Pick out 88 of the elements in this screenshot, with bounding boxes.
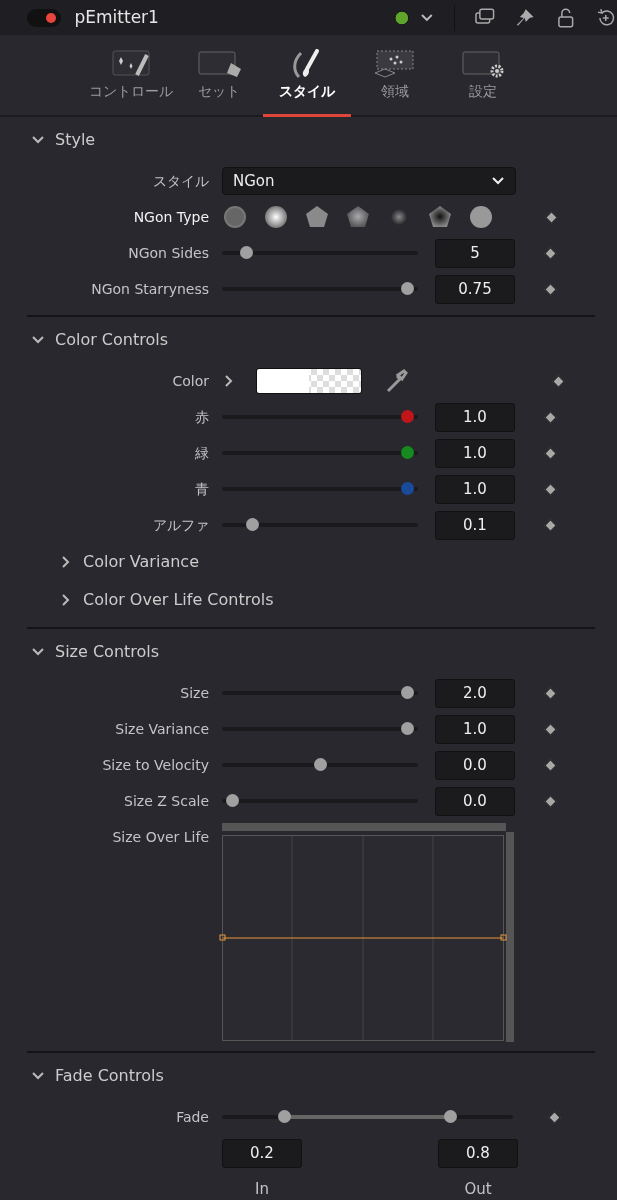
slider-thumb[interactable] [401,686,415,699]
value-field[interactable]: 5 [435,238,515,268]
disc-icon[interactable] [469,205,493,229]
tab[interactable]: 領域 [350,49,439,117]
slider-thumb[interactable] [401,282,415,295]
slider[interactable] [222,758,418,772]
pentagon-icon[interactable] [305,205,329,229]
value-field[interactable]: 1.0 [435,402,515,432]
style-dropdown[interactable]: NGon [222,167,516,195]
range-caption: Out [463,1178,493,1200]
sphere-icon[interactable] [264,205,288,229]
slider-thumb[interactable] [401,410,415,423]
value-field[interactable]: 0.8 [438,1138,518,1168]
keyframe-icon[interactable] [545,210,558,224]
value-field[interactable]: 0.0 [435,750,515,780]
tab[interactable]: コントロール [86,49,175,117]
field-label: 青 [194,479,210,499]
field-label: Size [179,683,210,703]
enable-toggle[interactable] [27,8,62,27]
value-field[interactable]: 0.0 [435,786,515,816]
slider-thumb[interactable] [401,446,415,459]
node-title: pEmitter1 [74,5,160,29]
range-caption: In [254,1178,270,1200]
keyframe-icon[interactable] [544,758,557,772]
field-label: NGon Sides [127,243,210,263]
keyframe-icon[interactable] [544,686,557,700]
field-label: スタイル [152,171,210,191]
subsection-header[interactable]: Color Over Life Controls [27,581,280,619]
ring-icon[interactable] [223,205,247,229]
value-field[interactable]: 2.0 [435,678,515,708]
field-label: Size to Velocity [101,755,210,775]
section-header[interactable]: Fade Controls [27,1053,170,1099]
eyedropper-icon[interactable] [384,369,408,393]
field-label: Size Variance [114,719,210,739]
keyframe-icon[interactable] [544,410,557,424]
color-swatch[interactable] [256,368,362,394]
value-field[interactable]: 1.0 [435,438,515,468]
range-slider[interactable] [222,1110,513,1124]
slider[interactable] [222,722,418,736]
keyframe-icon[interactable] [548,1110,561,1124]
status-dot[interactable] [393,9,410,26]
dark-pentagon-icon[interactable] [428,205,452,229]
keyframe-icon[interactable] [544,282,557,296]
slider[interactable] [222,446,418,460]
tab[interactable]: スタイル [262,49,351,117]
keyframe-icon[interactable] [544,446,557,460]
tab[interactable]: セット [174,49,263,117]
keyframe-icon[interactable] [552,374,565,388]
slider[interactable] [222,518,418,532]
slider-thumb[interactable] [240,246,254,259]
section-header[interactable]: Size Controls [27,629,166,675]
slider[interactable] [222,246,418,260]
subsection-header[interactable]: Color Variance [27,543,205,581]
value-field[interactable]: 1.0 [435,474,515,504]
soft-pentagon-icon[interactable] [346,205,370,229]
field-label: アルファ [152,515,210,535]
slider[interactable] [222,686,418,700]
slider-thumb[interactable] [245,518,259,531]
slider-thumb[interactable] [401,722,415,735]
section-header[interactable]: Color Controls [27,317,175,363]
field-label: NGon Starryness [90,279,210,299]
keyframe-icon[interactable] [544,518,557,532]
field-label: NGon Type [132,207,210,227]
field-label: 緑 [194,443,210,463]
tab[interactable]: 設定 [438,49,527,117]
field-label: Size Over Life [111,828,210,847]
keyframe-icon[interactable] [544,722,557,736]
slider-thumb[interactable] [225,794,239,807]
slider-thumb[interactable] [401,482,415,495]
keyframe-icon[interactable] [544,246,557,260]
keyframe-icon[interactable] [544,482,557,496]
field-label: 赤 [194,407,210,427]
field-label: Color [171,371,210,391]
value-field[interactable]: 0.1 [435,510,515,540]
field-label: Size Z Scale [123,791,210,811]
slider-thumb[interactable] [444,1110,458,1123]
slider[interactable] [222,282,418,296]
slider[interactable] [222,794,418,808]
value-field[interactable]: 0.75 [435,274,515,304]
slider[interactable] [222,482,418,496]
section-header[interactable]: Style [27,117,102,163]
value-field[interactable]: 1.0 [435,714,515,744]
slider-thumb[interactable] [277,1110,291,1123]
value-field[interactable]: 0.2 [222,1138,302,1168]
slider-thumb[interactable] [313,758,327,771]
field-label: Fade [175,1107,210,1127]
keyframe-icon[interactable] [544,794,557,808]
slider[interactable] [222,410,418,424]
